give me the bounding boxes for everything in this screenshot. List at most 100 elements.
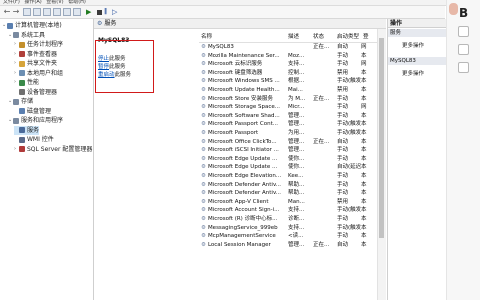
service-description: 管理... xyxy=(288,138,305,145)
tree-item[interactable]: › 性能 xyxy=(14,78,39,87)
navigation-tree: ⌄ 计算机管理(本地) ⌄ 系统工具 › 任务计划程序 › 事件查看器 › 共享文件夹 › 本地用户和… xyxy=(0,19,94,300)
storage-icon xyxy=(13,98,19,105)
table-row[interactable]: ⚙ Microsoft Defender Antiv... 帮助... 手动本 xyxy=(199,189,377,198)
more-actions-1[interactable]: 更多操作 xyxy=(402,41,424,49)
table-row[interactable]: ⚙ Microsoft Update Health... Mai... 禁用本 xyxy=(199,86,377,95)
properties-icon[interactable] xyxy=(33,8,41,16)
tree-item[interactable]: WMI 控件 xyxy=(14,135,54,144)
service-name-cell: ⚙ Microsoft Account Sign-i... xyxy=(201,206,285,215)
tree-item[interactable]: ⌄ 服务和应用程序 xyxy=(8,116,63,125)
stop-service-icon[interactable] xyxy=(97,10,102,15)
table-row[interactable]: ⚙ Microsoft Edge Update ... 使你... 手动本 xyxy=(199,155,377,164)
side-button-3[interactable] xyxy=(458,62,469,73)
table-row[interactable]: ⚙ MySQL83 正在... 自动 网 xyxy=(199,43,377,52)
table-row[interactable]: ⚙ Microsoft Store 安装服务为 M... 正在... 手动本 xyxy=(199,95,377,104)
service-gear-icon: ⚙ xyxy=(201,155,206,162)
tree-item[interactable]: › SQL Server 配置管理器 xyxy=(14,145,92,154)
table-row[interactable]: ⚙ Microsoft Edge Elevation... Kee... 手动本 xyxy=(199,172,377,181)
center-title: 服务 xyxy=(104,20,117,27)
table-row[interactable]: ⚙ Microsoft Defender Antiv... 帮助... 手动本 xyxy=(199,181,377,190)
service-description: <读... xyxy=(288,233,304,240)
service-logon: 网 xyxy=(361,104,367,111)
pause-service-icon[interactable]: ‖ xyxy=(104,8,112,16)
scrollbar-thumb[interactable] xyxy=(379,38,384,238)
service-logon: 本 xyxy=(361,95,367,102)
menu-file[interactable]: 文件(F) xyxy=(3,0,20,5)
table-row[interactable]: ⚙MessagingService_999eb支持...手动(触发...本 xyxy=(199,224,377,233)
refresh-icon[interactable] xyxy=(43,8,51,16)
column-startup-type[interactable]: 启动类型 xyxy=(337,32,359,40)
tree-item[interactable]: 设备管理器 xyxy=(14,88,57,97)
forward-arrow-icon[interactable]: → xyxy=(12,8,20,16)
table-row[interactable]: ⚙ Microsoft Software Shad... 管理... 手动本 xyxy=(199,112,377,121)
menu-help[interactable]: 帮助(H) xyxy=(68,0,86,5)
service-name: Microsoft Passport Cont... xyxy=(207,121,279,128)
restart-service-icon[interactable]: ▷ xyxy=(112,8,120,16)
apps-icon xyxy=(13,117,19,124)
service-gear-icon: ⚙ xyxy=(201,138,206,145)
tree-item[interactable]: › 事件查看器 xyxy=(14,50,57,59)
tree-item[interactable]: ⌄ 存储 xyxy=(8,97,33,106)
side-button-2[interactable] xyxy=(458,44,469,55)
service-name: Microsoft Edge Elevation... xyxy=(207,173,282,179)
menu-view[interactable]: 查看(V) xyxy=(46,0,63,5)
column-description[interactable]: 描述 xyxy=(288,32,299,40)
tree-item[interactable]: › 共享文件夹 xyxy=(14,59,57,68)
tree-item[interactable]: 磁盘管理 xyxy=(14,107,51,116)
help-icon[interactable] xyxy=(63,8,71,16)
actions-section-mysql[interactable]: MySQL83 xyxy=(388,57,446,65)
column-logon[interactable]: 登 xyxy=(363,32,369,40)
avatar[interactable] xyxy=(449,3,458,15)
start-service-icon[interactable]: ▶ xyxy=(86,8,94,16)
table-row[interactable]: ⚙ Mozilla Maintenance Ser... Moz... 手动本 xyxy=(199,52,377,61)
table-row[interactable]: ⚙Microsoft Passport为用...手动(触发...本 xyxy=(199,129,377,138)
tree-item-label: 设备管理器 xyxy=(27,88,58,96)
table-row[interactable]: ⚙ Microsoft (R) 诊断中心标... 诊断... 手动本 xyxy=(199,215,377,224)
service-gear-icon: ⚙ xyxy=(201,207,206,214)
tree-item[interactable]: ⌄ 计算机管理(本地) xyxy=(2,21,62,30)
service-gear-icon: ⚙ xyxy=(201,233,206,240)
service-name: Microsoft (R) 诊断中心标... xyxy=(207,216,278,222)
vertical-scrollbar[interactable] xyxy=(377,29,386,300)
service-description: 使你... xyxy=(288,164,305,171)
actions-section-services[interactable]: 服务 xyxy=(388,29,446,37)
service-gear-icon: ⚙ xyxy=(201,121,206,128)
table-row[interactable]: ⚙ Microsoft Office ClickTo... 管理... 正在... 自动… xyxy=(199,138,377,147)
tree-item[interactable]: › 任务计划程序 xyxy=(14,40,63,49)
table-row[interactable]: ⚙ Microsoft iSCSI Initiator ... 管理... 手动本 xyxy=(199,146,377,155)
console-icon[interactable] xyxy=(73,8,81,16)
service-name: Microsoft Office ClickTo... xyxy=(207,138,277,145)
table-row[interactable]: ⚙ Microsoft App-V Client Man... 禁用本 xyxy=(199,198,377,207)
side-button-1[interactable] xyxy=(458,26,469,37)
table-row[interactable]: ⚙Microsoft Passport Cont...管理...手动(触发...… xyxy=(199,120,377,129)
service-logon: 本 xyxy=(361,52,367,59)
service-logon: 本 xyxy=(361,112,367,119)
service-logon: 本 xyxy=(361,181,367,188)
menu-action[interactable]: 操作(A) xyxy=(24,0,41,5)
table-row[interactable]: ⚙Microsoft Windows SMS ...根据...手动(触发...本 xyxy=(199,77,377,86)
tree-item[interactable]: 服务 xyxy=(14,125,40,135)
service-startup-type: 手动(触发... xyxy=(337,78,361,85)
column-name[interactable]: 名称 xyxy=(201,32,212,40)
event-viewer-icon xyxy=(19,51,25,57)
table-row[interactable]: ⚙Microsoft Edge Update ...使你...自动(延迟...本 xyxy=(199,163,377,172)
tree-item[interactable]: › 本地用户和组 xyxy=(14,69,63,78)
back-arrow-icon[interactable]: ← xyxy=(3,8,11,16)
table-row[interactable]: ⚙ Microsoft 云标识服务 支持... 手动网 xyxy=(199,60,377,69)
tree-item[interactable]: ⌄ 系统工具 xyxy=(8,31,45,40)
service-name-cell: ⚙ Microsoft 云标识服务 xyxy=(201,60,285,69)
table-row[interactable]: ⚙ Local Session Manager 管理... 正在... 自动本 xyxy=(199,241,377,250)
service-logon: 网 xyxy=(361,61,367,68)
table-row[interactable]: ⚙ McpManagementService <读... 手动本 xyxy=(199,232,377,241)
service-gear-icon: ⚙ xyxy=(201,78,206,85)
service-name: Microsoft iSCSI Initiator ... xyxy=(207,147,279,154)
export-list-icon[interactable] xyxy=(53,8,61,16)
more-actions-2[interactable]: 更多操作 xyxy=(402,69,424,77)
table-row[interactable]: ⚙ Microsoft Storage Space... Micr... 手动网 xyxy=(199,103,377,112)
service-name: Microsoft App-V Client xyxy=(207,198,269,205)
show-tree-icon[interactable] xyxy=(23,8,31,16)
table-row[interactable]: ⚙ Microsoft 键盘筛选器 控制... 禁用本 xyxy=(199,69,377,78)
table-row[interactable]: ⚙Microsoft Account Sign-i...支持...手动(触发..… xyxy=(199,206,377,215)
column-status[interactable]: 状态 xyxy=(313,32,324,40)
performance-icon xyxy=(19,79,25,86)
